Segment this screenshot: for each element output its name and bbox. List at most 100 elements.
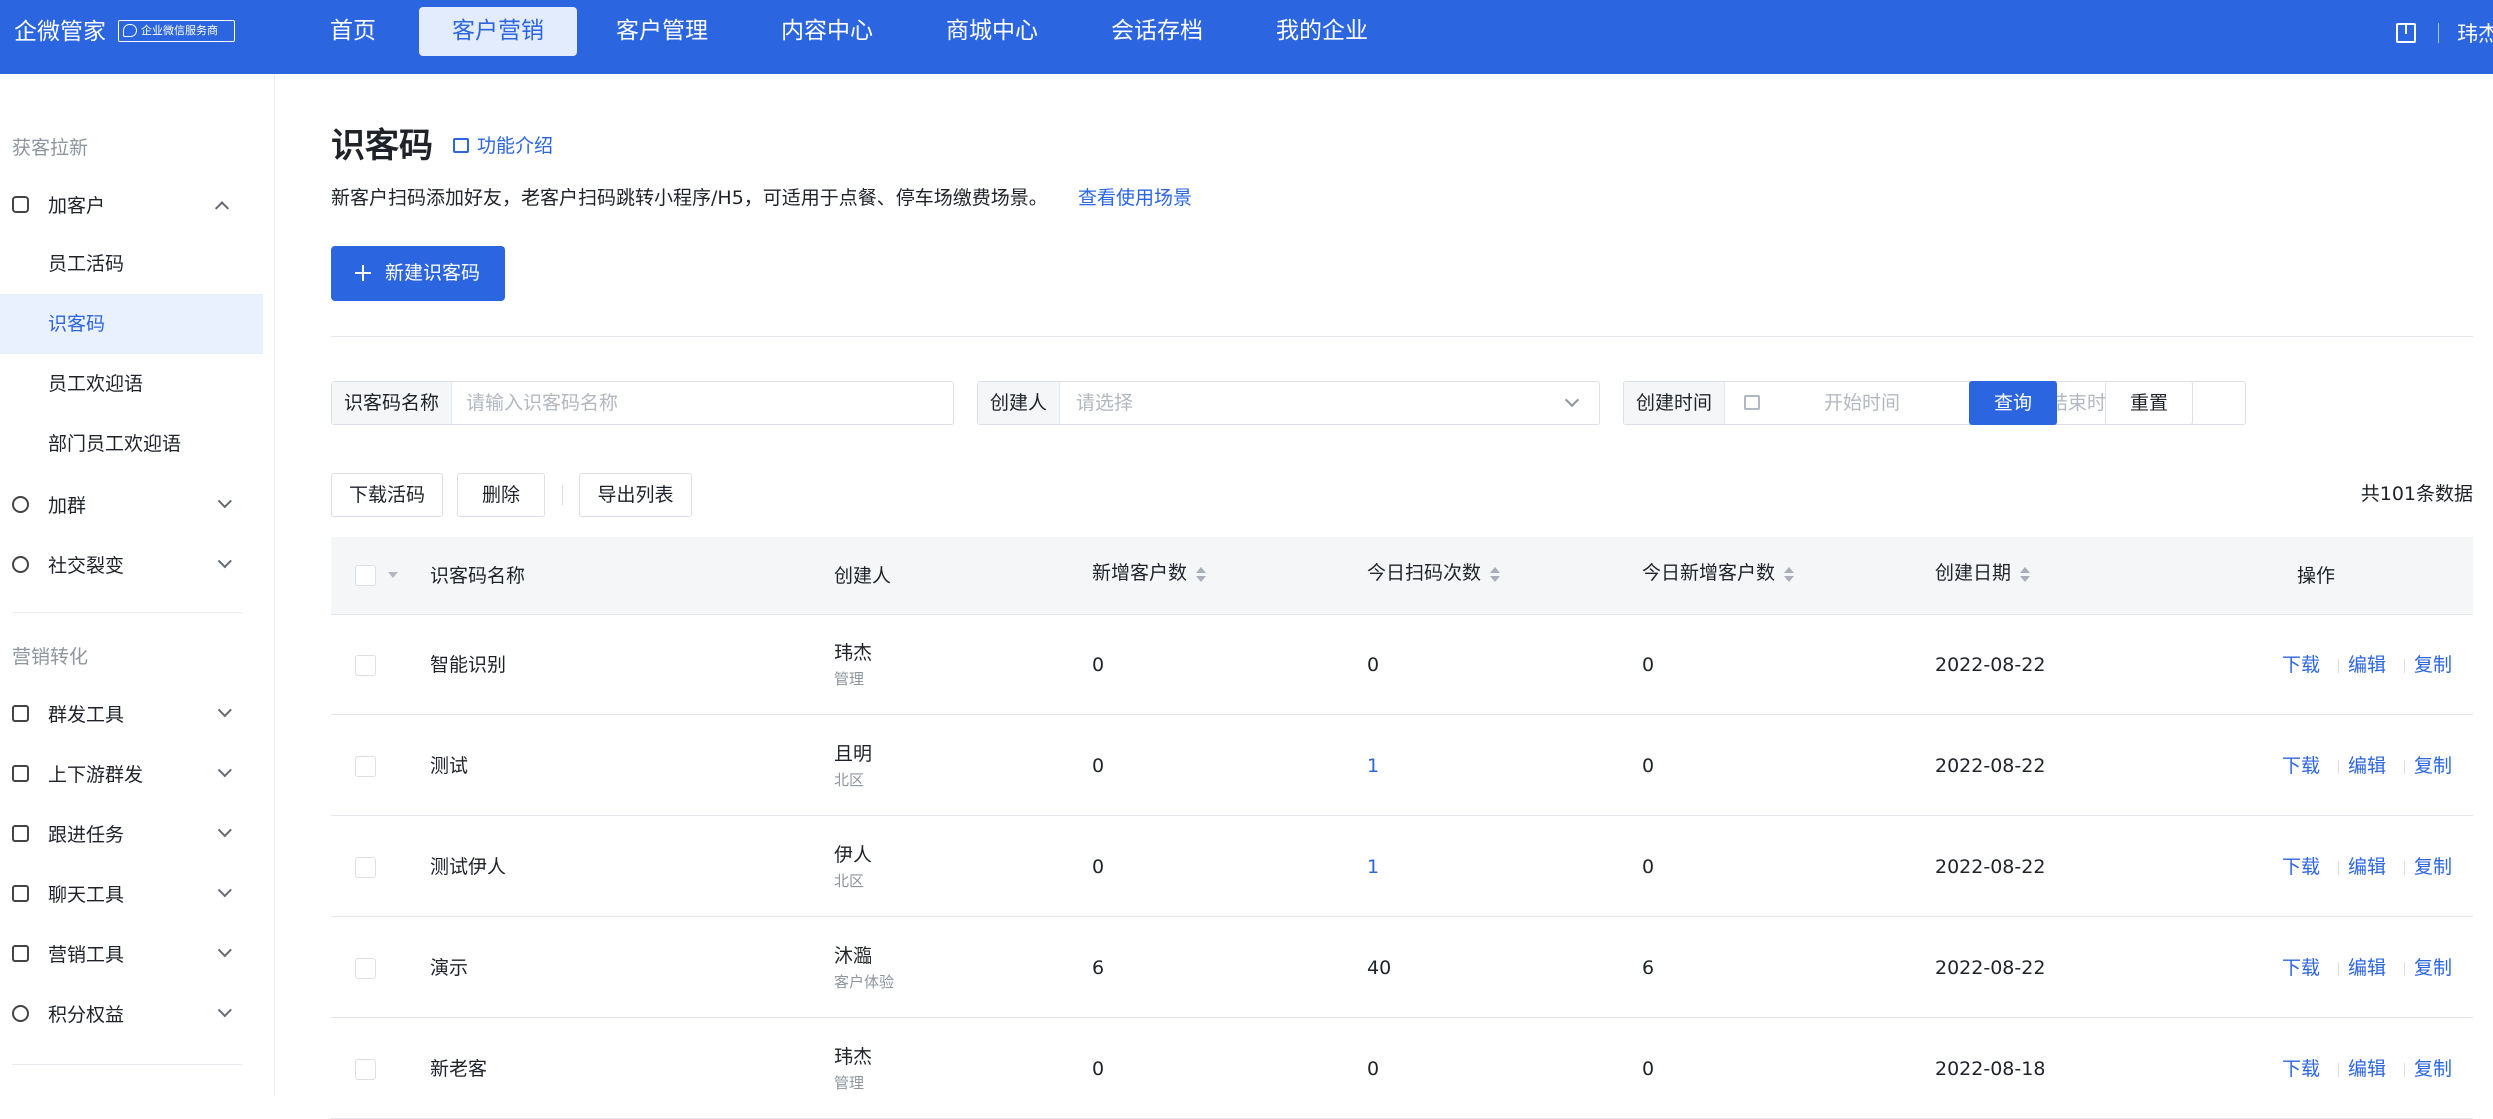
sidebar-item-staff-welcome[interactable]: 员工欢迎语 [0, 354, 263, 414]
sidebar-item-add-customer[interactable]: 加客户 [0, 174, 263, 234]
sidebar-item-dept-welcome[interactable]: 部门员工欢迎语 [0, 414, 263, 474]
page-description: 新客户扫码添加好友，老客户扫码跳转小程序/H5，可适用于点餐、停车场缴费场景。 [331, 187, 1048, 209]
copy-action[interactable]: 复制 [2414, 652, 2452, 678]
copy-action[interactable]: 复制 [2414, 753, 2452, 779]
creator-select[interactable]: 请选择 [1076, 382, 1133, 424]
download-action[interactable]: 下载 [2282, 753, 2320, 779]
sidebar-item-label: 聊天工具 [48, 883, 125, 906]
nav-customer-marketing[interactable]: 客户营销 [419, 7, 577, 56]
download-codes-button[interactable]: 下载活码 [331, 473, 443, 517]
divider [2404, 760, 2405, 774]
brand-badge: 企业微信服务商 [118, 20, 235, 42]
copy-action[interactable]: 复制 [2414, 854, 2452, 880]
table-row: 演示 沐瀶 客户体验 6 40 6 2022-08-22 下载 编辑 复制 [331, 918, 2473, 1018]
sidebar-item-label: 跟进任务 [48, 823, 125, 846]
sidebar-item-chat-tools[interactable]: 聊天工具 [0, 863, 263, 923]
today-scans-value: 0 [1367, 654, 1380, 676]
feature-intro-link[interactable]: 功能介绍 [453, 133, 553, 159]
nav-content-center[interactable]: 内容中心 [748, 7, 906, 56]
nav-my-enterprise[interactable]: 我的企业 [1243, 7, 1401, 56]
start-time-input[interactable]: 开始时间 [1824, 382, 1900, 424]
column-header-creator: 创建人 [834, 565, 892, 587]
column-header-today-scans[interactable]: 今日扫码次数 [1367, 534, 1501, 612]
edit-action[interactable]: 编辑 [2348, 753, 2386, 779]
column-header-date[interactable]: 创建日期 [1935, 534, 2031, 612]
sidebar-divider [12, 612, 242, 613]
sort-icon[interactable] [1195, 564, 1207, 584]
code-name-input[interactable]: 请输入识客码名称 [466, 382, 618, 424]
nav-session-archive[interactable]: 会话存档 [1078, 7, 1236, 56]
feature-intro-label: 功能介绍 [477, 135, 554, 157]
help-book-icon[interactable] [2396, 23, 2416, 43]
created-date: 2022-08-22 [1935, 856, 2046, 878]
sidebar-item-label: 加群 [48, 494, 87, 517]
plus-icon [355, 265, 371, 281]
divider [2404, 659, 2405, 673]
copy-action[interactable]: 复制 [2414, 955, 2452, 981]
nav-mall-center[interactable]: 商城中心 [913, 7, 1071, 56]
new-customers-value: 0 [1092, 856, 1105, 878]
sort-icon[interactable] [2019, 564, 2031, 584]
sidebar-item-label: 加客户 [48, 194, 106, 217]
download-action[interactable]: 下载 [2282, 652, 2320, 678]
row-checkbox[interactable] [355, 655, 376, 676]
download-action[interactable]: 下载 [2282, 1056, 2320, 1082]
divider [2404, 1063, 2405, 1077]
download-action[interactable]: 下载 [2282, 955, 2320, 981]
chevron-down-icon [217, 554, 232, 569]
sidebar-item-staff-live-code[interactable]: 员工活码 [0, 234, 263, 294]
nav-home[interactable]: 首页 [297, 7, 409, 56]
sidebar-item-marketing-tools[interactable]: 营销工具 [0, 923, 263, 983]
edit-action[interactable]: 编辑 [2348, 854, 2386, 880]
sidebar-divider [12, 1064, 242, 1065]
edit-action[interactable]: 编辑 [2348, 652, 2386, 678]
row-checkbox[interactable] [355, 857, 376, 878]
code-name: 演示 [430, 957, 469, 979]
edit-action[interactable]: 编辑 [2348, 955, 2386, 981]
view-scenarios-link[interactable]: 查看使用场景 [1078, 185, 1192, 211]
sidebar-item-follow-up[interactable]: 跟进任务 [0, 803, 263, 863]
new-customers-value: 0 [1092, 1058, 1105, 1080]
export-list-button[interactable]: 导出列表 [579, 473, 692, 517]
chevron-up-icon [214, 201, 230, 216]
total-count: 共101条数据 [2360, 483, 2473, 505]
column-header-new-customers[interactable]: 新增客户数 [1092, 534, 1207, 612]
sidebar-item-mass-send[interactable]: 群发工具 [0, 683, 263, 743]
page-title: 识客码 [331, 126, 433, 166]
download-action[interactable]: 下载 [2282, 854, 2320, 880]
row-checkbox[interactable] [355, 1059, 376, 1080]
column-label: 新增客户数 [1092, 562, 1188, 584]
send-icon [12, 704, 29, 722]
chevron-down-icon [217, 703, 232, 718]
today-scans-value: 0 [1367, 1058, 1380, 1080]
apps-icon [12, 195, 29, 213]
edit-action[interactable]: 编辑 [2348, 1056, 2386, 1082]
code-name: 新老客 [430, 1058, 488, 1080]
chart-icon [12, 944, 29, 962]
creator-filter[interactable]: 创建人 请选择 [977, 381, 1600, 425]
code-name: 测试伊人 [430, 856, 507, 878]
row-checkbox[interactable] [355, 756, 376, 777]
brand-logo[interactable]: 企微管家 [14, 17, 106, 47]
user-name[interactable]: 玮杰 [2457, 18, 2493, 48]
sidebar-item-supply-chain-send[interactable]: 上下游群发 [0, 743, 263, 803]
new-recognition-code-button[interactable]: 新建识客码 [331, 246, 505, 301]
sidebar-item-add-group[interactable]: 加群 [0, 474, 263, 534]
sidebar-item-social-fission[interactable]: 社交裂变 [0, 534, 263, 594]
sort-icon[interactable] [1489, 564, 1501, 584]
sidebar-item-points[interactable]: 积分权益 [0, 983, 263, 1043]
copy-action[interactable]: 复制 [2414, 1056, 2452, 1082]
delete-button[interactable]: 删除 [457, 473, 545, 517]
query-button[interactable]: 查询 [1969, 381, 2057, 425]
sort-icon[interactable] [1783, 564, 1795, 584]
created-date: 2022-08-22 [1935, 957, 2046, 979]
column-label: 创建日期 [1935, 562, 2012, 584]
reset-button[interactable]: 重置 [2105, 381, 2193, 425]
caret-down-icon[interactable] [388, 572, 398, 578]
nav-customer-management[interactable]: 客户管理 [583, 7, 741, 56]
sidebar-item-recognition-code[interactable]: 识客码 [0, 294, 263, 354]
select-all-checkbox[interactable] [355, 565, 376, 586]
column-header-today-new[interactable]: 今日新增客户数 [1642, 534, 1795, 612]
row-checkbox[interactable] [355, 958, 376, 979]
user-group-icon [12, 495, 29, 513]
